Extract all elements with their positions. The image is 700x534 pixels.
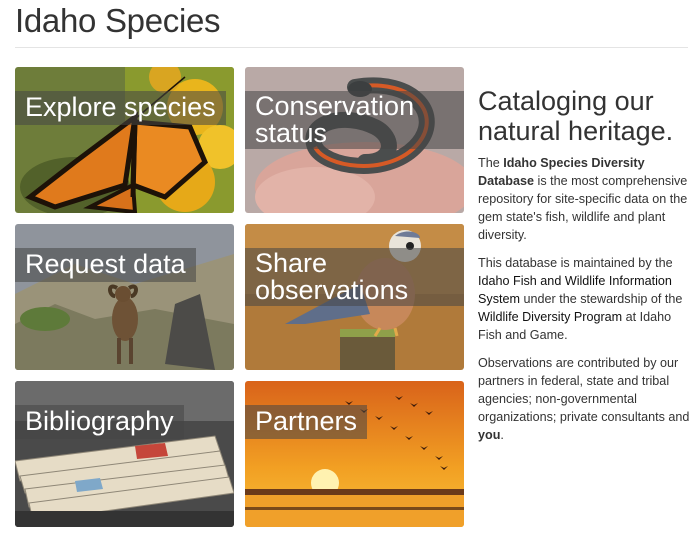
wildlife-diversity-program-link[interactable]: Wildlife Diversity Program	[478, 310, 622, 324]
intro-paragraph-2: This database is maintained by the Idaho…	[478, 256, 683, 342]
tile-label-partners: Partners	[245, 405, 368, 439]
tile-request-data[interactable]: Request data	[15, 224, 234, 370]
tile-partners[interactable]: Partners	[245, 381, 464, 527]
page-title: Idaho Species	[15, 2, 221, 39]
file-cabinet-image	[15, 381, 234, 527]
tile-bibliography[interactable]: Bibliography	[15, 381, 234, 527]
tile-share-observations[interactable]: Share observations	[245, 224, 464, 370]
sunset-geese-image	[245, 381, 464, 527]
you-emphasis: you	[478, 428, 501, 442]
tile-explore-species[interactable]: Explore species	[15, 67, 234, 213]
tile-conservation-status[interactable]: Conservation status	[245, 67, 464, 213]
intro-paragraph-1: The Idaho Species Diversity Database is …	[478, 156, 688, 242]
intro-paragraph-3: Observations are contributed by our part…	[478, 356, 690, 442]
tile-label-bibliography: Bibliography	[15, 405, 184, 439]
tile-label-request-data: Request data	[15, 248, 196, 282]
title-divider	[15, 47, 688, 48]
intro-heading: Cataloging our natural heritage.	[478, 86, 674, 146]
tile-label-share-observations: Share observations	[245, 248, 464, 306]
tile-label-explore-species: Explore species	[15, 91, 226, 125]
tile-label-conservation-status: Conservation status	[245, 91, 464, 149]
intro-panel: Cataloging our natural heritage. The Ida…	[478, 86, 698, 454]
monarch-butterfly-image	[15, 67, 234, 213]
bighorn-sheep-image	[15, 224, 234, 370]
